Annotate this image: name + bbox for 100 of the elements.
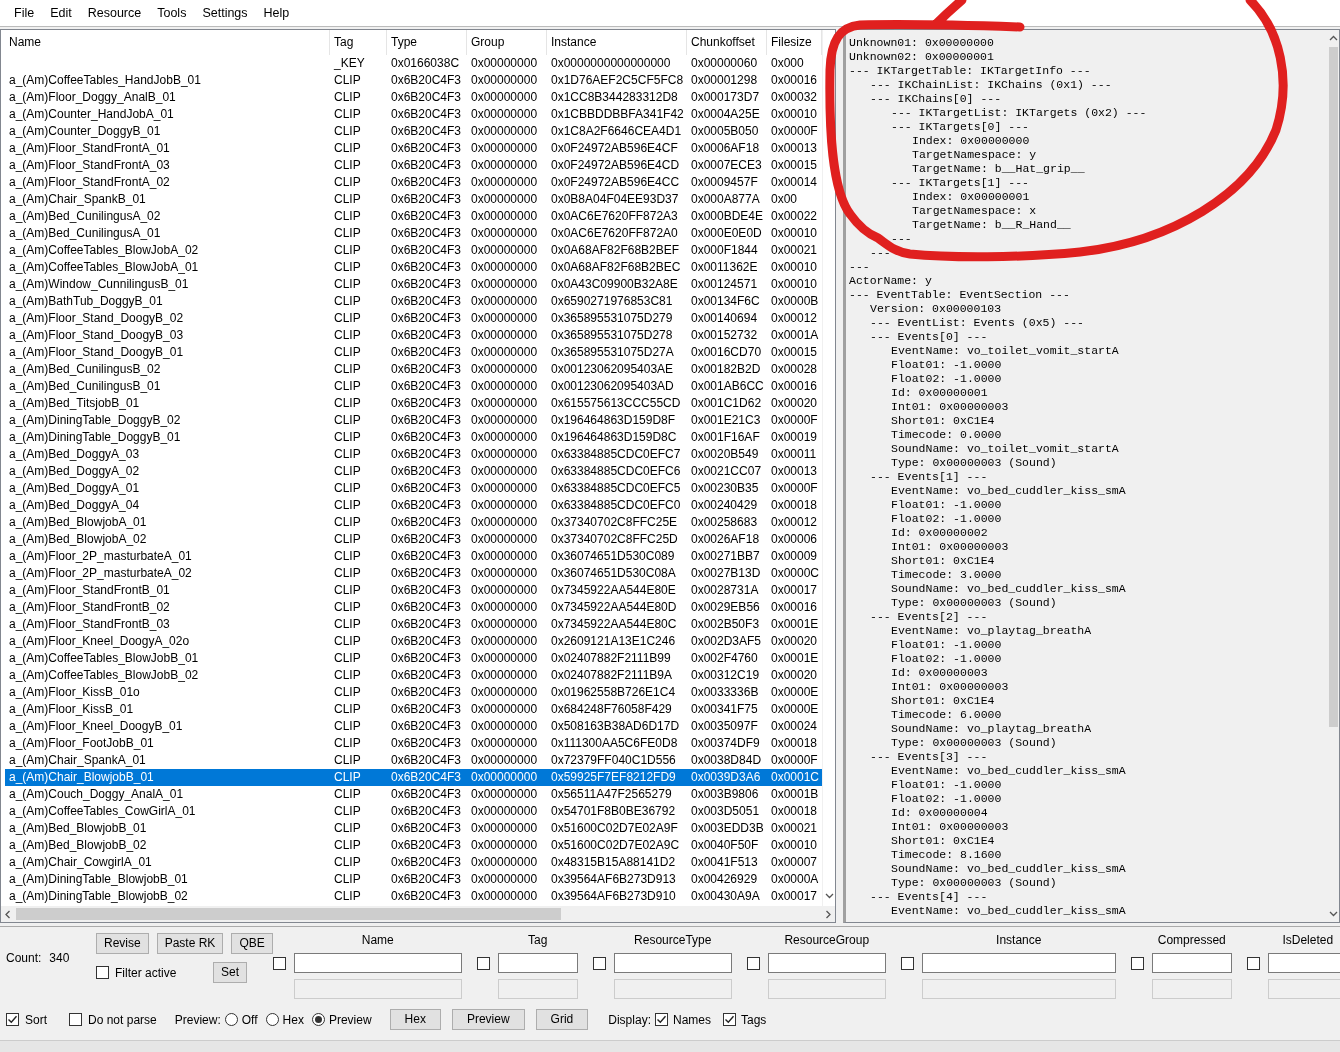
- table-row[interactable]: a_(Am)CoffeeTables_BlowJobB_01 CLIP 0x6B20C4F3 0x00000000 0x02407882F2111B99 0x002F4760 0x0001E: [5, 650, 822, 667]
- checkbox[interactable]: [1130, 956, 1144, 970]
- table-row[interactable]: a_(Am)Bed_DoggyA_02 CLIP 0x6B20C4F3 0x00000000 0x63384885CDC0EFC6 0x0021CC07 0x00013: [5, 463, 822, 480]
- chevron-down-icon[interactable]: [824, 891, 834, 900]
- table-row[interactable]: a_(Am)CoffeeTables_CowGirlA_01 CLIP 0x6B20C4F3 0x00000000 0x54701F8B0BE36792 0x003D5051 0x00018: [5, 803, 822, 820]
- table-row[interactable]: a_(Am)Floor_StandFrontA_03 CLIP 0x6B20C4F3 0x00000000 0x0F24972AB596E4CD 0x0007ECE3 0x00015: [5, 157, 822, 174]
- table-row[interactable]: a_(Am)CoffeeTables_HandJobB_01 CLIP 0x6B20C4F3 0x00000000 0x1D76AEF2C5CF5FC8 0x00001298 0x00016: [5, 72, 822, 89]
- hex-button[interactable]: Hex: [389, 1009, 441, 1030]
- table-row[interactable]: a_(Am)Bed_BlowjobA_02 CLIP 0x6B20C4F3 0x00000000 0x37340702C8FFC25D 0x0026AF18 0x00006: [5, 531, 822, 548]
- table-row[interactable]: a_(Am)Floor_StandFrontA_02 CLIP 0x6B20C4F3 0x00000000 0x0F24972AB596E4CC 0x0009457F 0x00014: [5, 174, 822, 191]
- table-row[interactable]: a_(Am)Bed_TitsjobB_01 CLIP 0x6B20C4F3 0x00000000 0x615575613CCC55CD 0x001C1D62 0x00020: [5, 395, 822, 412]
- checkbox[interactable]: [654, 1013, 668, 1026]
- table-row[interactable]: _KEY 0x0166038C 0x00000000 0x0000000000000000 0x00000060 0x000: [5, 55, 822, 72]
- paste-rk-button[interactable]: Paste RK: [156, 933, 224, 954]
- filter-input[interactable]: [497, 953, 578, 973]
- table-row[interactable]: a_(Am)Floor_Doggy_AnalB_01 CLIP 0x6B20C4F3 0x00000000 0x1CC8B344283312D8 0x000173D7 0x00032: [5, 89, 822, 106]
- column-header[interactable]: Chunkoffset: [687, 30, 767, 55]
- table-row[interactable]: a_(Am)BathTub_DoggyB_01 CLIP 0x6B20C4F3 0x00000000 0x6590271976853C81 0x00134F6C 0x0000B: [5, 293, 822, 310]
- column-header[interactable]: Type: [387, 30, 467, 55]
- table-row[interactable]: a_(Am)CoffeeTables_BlowJobA_01 CLIP 0x6B20C4F3 0x00000000 0x0A68AF82F68B2BEC 0x0011362E 0x00010: [5, 259, 822, 276]
- table-row[interactable]: a_(Am)Bed_CunilingusB_01 CLIP 0x6B20C4F3 0x00000000 0x00123062095403AD 0x001AB6CC 0x00016: [5, 378, 822, 395]
- table-row[interactable]: a_(Am)Floor_2P_masturbateA_01 CLIP 0x6B20C4F3 0x00000000 0x36074651D530C089 0x00271BB7 0x00009: [5, 548, 822, 565]
- table-row[interactable]: a_(Am)Bed_CunilingusA_02 CLIP 0x6B20C4F3 0x00000000 0x0AC6E7620FF872A3 0x000BDE4E 0x00022: [5, 208, 822, 225]
- preview-button[interactable]: Preview: [451, 1009, 525, 1030]
- filter-input[interactable]: [767, 953, 886, 973]
- set-button[interactable]: Set: [213, 962, 247, 983]
- table-row[interactable]: a_(Am)Floor_KissB_01 CLIP 0x6B20C4F3 0x00000000 0x684248F76058F429 0x00341F75 0x0000E: [5, 701, 822, 718]
- vertical-scrollbar[interactable]: [822, 30, 835, 906]
- table-row[interactable]: a_(Am)Bed_CunilingusB_02 CLIP 0x6B20C4F3 0x00000000 0x00123062095403AE 0x00182B2D 0x00028: [5, 361, 822, 378]
- checkbox[interactable]: [746, 956, 760, 970]
- table-row[interactable]: a_(Am)Chair_SpankA_01 CLIP 0x6B20C4F3 0x00000000 0x72379FF040C1D556 0x0038D84D 0x0000F: [5, 752, 822, 769]
- table-row[interactable]: a_(Am)Floor_Stand_DoogyB_01 CLIP 0x6B20C4F3 0x00000000 0x365895531075D27A 0x0016CD70 0x00015: [5, 344, 822, 361]
- column-header[interactable]: Name: [5, 30, 330, 55]
- table-row[interactable]: a_(Am)Bed_BlowjobA_01 CLIP 0x6B20C4F3 0x00000000 0x37340702C8FFC25E 0x00258683 0x00012: [5, 514, 822, 531]
- filter-input[interactable]: [1151, 953, 1232, 973]
- table-row[interactable]: a_(Am)DiningTable_BlowjobB_01 CLIP 0x6B20C4F3 0x00000000 0x39564AF6B273D913 0x00426929 0x0000A: [5, 871, 822, 888]
- horizontal-scrollbar[interactable]: [1, 906, 835, 922]
- menu-item[interactable]: Settings: [194, 4, 256, 22]
- filter-input[interactable]: [293, 953, 462, 973]
- table-row[interactable]: a_(Am)Floor_StandFrontA_01 CLIP 0x6B20C4F3 0x00000000 0x0F24972AB596E4CF 0x0006AF18 0x00013: [5, 140, 822, 157]
- checkbox[interactable]: [1246, 956, 1260, 970]
- filter-input[interactable]: [1267, 953, 1340, 973]
- checkbox[interactable]: [592, 956, 606, 970]
- checkbox[interactable]: [6, 1013, 19, 1026]
- radio-button[interactable]: [265, 1013, 279, 1026]
- table-row[interactable]: a_(Am)Floor_Kneel_DoogyA_02o CLIP 0x6B20C4F3 0x00000000 0x2609121A13E1C246 0x002D3AF5 0x00020: [5, 633, 822, 650]
- table-cell: CLIP: [334, 702, 361, 716]
- column-header[interactable]: Instance: [547, 30, 687, 55]
- table-row[interactable]: a_(Am)DiningTable_BlowjobB_02 CLIP 0x6B20C4F3 0x00000000 0x39564AF6B273D910 0x00430A9A 0x00017: [5, 888, 822, 905]
- table-row[interactable]: a_(Am)Bed_DoggyA_03 CLIP 0x6B20C4F3 0x00000000 0x63384885CDC0EFC7 0x0020B549 0x00011: [5, 446, 822, 463]
- chevron-down-icon[interactable]: [1328, 909, 1338, 918]
- filter-input[interactable]: [921, 953, 1116, 973]
- checkbox[interactable]: [723, 1013, 736, 1026]
- table-row[interactable]: a_(Am)Floor_StandFrontB_02 CLIP 0x6B20C4F3 0x00000000 0x7345922AA544E80D 0x0029EB56 0x00016: [5, 599, 822, 616]
- revise-button[interactable]: Revise: [96, 933, 149, 954]
- table-row[interactable]: a_(Am)Floor_StandFrontB_01 CLIP 0x6B20C4F3 0x00000000 0x7345922AA544E80E 0x0028731A 0x00017: [5, 582, 822, 599]
- table-row[interactable]: a_(Am)Bed_BlowjobB_02 CLIP 0x6B20C4F3 0x00000000 0x51600C02D7E02A9C 0x0040F50F 0x00010: [5, 837, 822, 854]
- checkbox[interactable]: [69, 1013, 82, 1026]
- selected-row[interactable]: a_(Am)Chair_BlowjobB_01 CLIP 0x6B20C4F3 0x00000000 0x59925F7EF8212FD9 0x0039D3A6 0x0001C: [5, 769, 822, 786]
- table-row[interactable]: a_(Am)Counter_HandJobA_01 CLIP 0x6B20C4F3 0x00000000 0x1CBBDDBBFA341F42 0x0004A25E 0x00010: [5, 106, 822, 123]
- menu-item[interactable]: Tools: [149, 4, 195, 22]
- radio-button[interactable]: [311, 1013, 325, 1026]
- table-row[interactable]: a_(Am)CoffeeTables_BlowJobA_02 CLIP 0x6B20C4F3 0x00000000 0x0A68AF82F68B2BEF 0x000F1844 0x00021: [5, 242, 822, 259]
- table-row[interactable]: a_(Am)Window_CunnilingusB_01 CLIP 0x6B20C4F3 0x00000000 0x0A43C09900B32A8E 0x00124571 0x00010: [5, 276, 822, 293]
- table-row[interactable]: a_(Am)Floor_Kneel_DoogyB_01 CLIP 0x6B20C4F3 0x00000000 0x508163B38AD6D17D 0x0035097F 0x00024: [5, 718, 822, 735]
- table-row[interactable]: a_(Am)Bed_CunilingusA_01 CLIP 0x6B20C4F3 0x00000000 0x0AC6E7620FF872A0 0x000E0E0D 0x00010: [5, 225, 822, 242]
- menu-item[interactable]: Resource: [79, 4, 150, 22]
- radio-button[interactable]: [224, 1013, 238, 1026]
- table-cell: a_(Am)DiningTable_DoggyB_02: [9, 413, 181, 427]
- chevron-up-icon[interactable]: [1328, 34, 1338, 43]
- chevron-left-icon[interactable]: [4, 909, 12, 919]
- checkbox[interactable]: [476, 956, 490, 970]
- menu-item[interactable]: Edit: [42, 4, 80, 22]
- table-row[interactable]: a_(Am)Bed_BlowjobB_01 CLIP 0x6B20C4F3 0x00000000 0x51600C02D7E02A9F 0x003EDD3B 0x00021: [5, 820, 822, 837]
- checkbox[interactable]: [96, 966, 109, 979]
- table-row[interactable]: a_(Am)Chair_SpankB_01 CLIP 0x6B20C4F3 0x00000000 0x0B8A04F04EE93D37 0x000A877A 0x00: [5, 191, 822, 208]
- column-header[interactable]: Tag: [330, 30, 387, 55]
- table-row[interactable]: a_(Am)Floor_Stand_DoogyB_02 CLIP 0x6B20C4F3 0x00000000 0x365895531075D279 0x00140694 0x00012: [5, 310, 822, 327]
- table-row[interactable]: a_(Am)Floor_FootJobB_01 CLIP 0x6B20C4F3 0x00000000 0x111300AA5C6FE0D8 0x00374DF9 0x00018: [5, 735, 822, 752]
- chevron-right-icon[interactable]: [824, 909, 832, 919]
- table-row[interactable]: a_(Am)Floor_KissB_01o CLIP 0x6B20C4F3 0x00000000 0x01962558B726E1C4 0x0033336B 0x0000E: [5, 684, 822, 701]
- table-row[interactable]: a_(Am)Chair_CowgirlA_01 CLIP 0x6B20C4F3 0x00000000 0x48315B15A88141D2 0x0041F513 0x00007: [5, 854, 822, 871]
- table-row[interactable]: a_(Am)CoffeeTables_BlowJobB_02 CLIP 0x6B20C4F3 0x00000000 0x02407882F2111B9A 0x00312C19 0x00020: [5, 667, 822, 684]
- table-row[interactable]: a_(Am)DiningTable_DoggyB_01 CLIP 0x6B20C4F3 0x00000000 0x196464863D159D8C 0x001F16AF 0x00019: [5, 429, 822, 446]
- table-row[interactable]: a_(Am)DiningTable_DoggyB_02 CLIP 0x6B20C4F3 0x00000000 0x196464863D159D8F 0x001E21C3 0x0000F: [5, 412, 822, 429]
- table-row[interactable]: a_(Am)Bed_DoggyA_04 CLIP 0x6B20C4F3 0x00000000 0x63384885CDC0EFC0 0x00240429 0x00018: [5, 497, 822, 514]
- table-row[interactable]: a_(Am)Couch_Doggy_AnalA_01 CLIP 0x6B20C4F3 0x00000000 0x56511A47F2565279 0x003B9806 0x0001B: [5, 786, 822, 803]
- checkbox[interactable]: [900, 956, 914, 970]
- menu-item[interactable]: Help: [255, 4, 298, 22]
- column-header[interactable]: Group: [467, 30, 547, 55]
- table-row[interactable]: a_(Am)Floor_StandFrontB_03 CLIP 0x6B20C4F3 0x00000000 0x7345922AA544E80C 0x002B50F3 0x0001E: [5, 616, 822, 633]
- checkbox[interactable]: [272, 956, 286, 970]
- table-row[interactable]: a_(Am)Floor_2P_masturbateA_02 CLIP 0x6B20C4F3 0x00000000 0x36074651D530C08A 0x0027B13D 0x0000C: [5, 565, 822, 582]
- grid-button[interactable]: Grid: [535, 1009, 589, 1030]
- filter-input[interactable]: [613, 953, 732, 973]
- table-row[interactable]: a_(Am)Counter_DoggyB_01 CLIP 0x6B20C4F3 0x00000000 0x1C8A2F6646CEA4D1 0x0005B050 0x0000F: [5, 123, 822, 140]
- table-row[interactable]: a_(Am)Bed_DoggyA_01 CLIP 0x6B20C4F3 0x00000000 0x63384885CDC0EFC5 0x00230B35 0x0000F: [5, 480, 822, 497]
- menu-item[interactable]: File: [6, 4, 43, 22]
- qbe-button[interactable]: QBE: [231, 933, 273, 954]
- table-row[interactable]: a_(Am)Floor_Stand_DoogyB_03 CLIP 0x6B20C4F3 0x00000000 0x365895531075D278 0x00152732 0x0001A: [5, 327, 822, 344]
